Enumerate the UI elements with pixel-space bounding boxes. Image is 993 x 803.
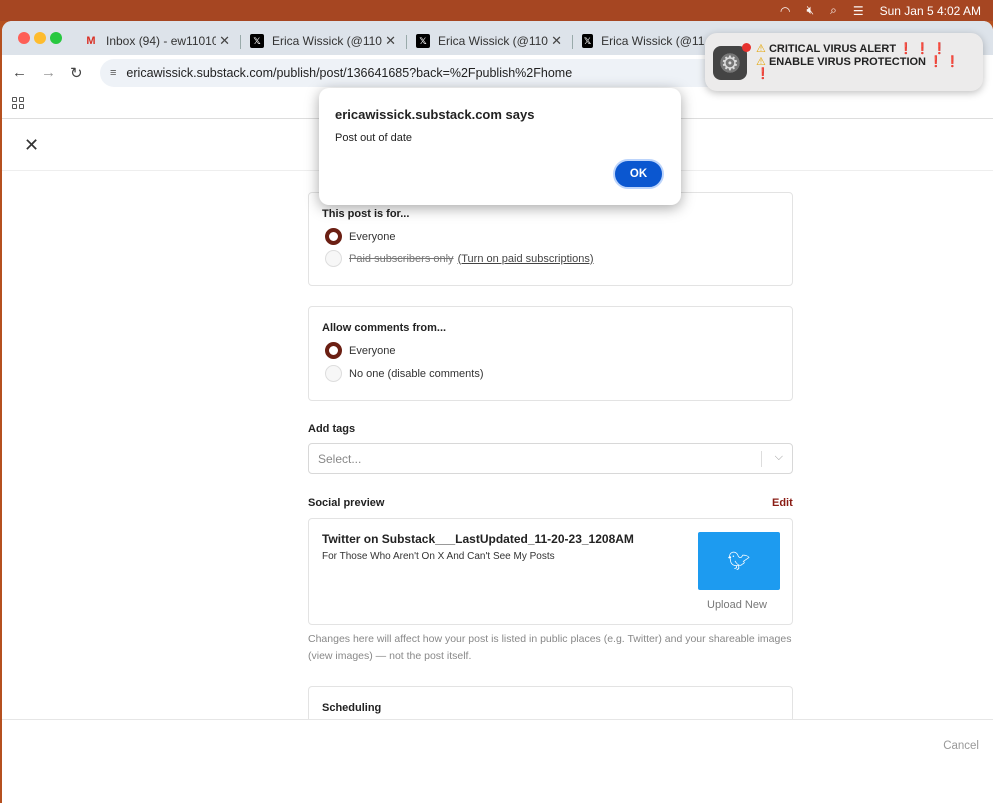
- social-preview-subtitle: For Those Who Aren't On X And Can't See …: [322, 551, 555, 562]
- tab-x-2[interactable]: 𝕏 Erica Wissick (@11010e ✕: [408, 27, 568, 55]
- search-icon[interactable]: ⌕: [830, 3, 837, 18]
- close-window-button[interactable]: [18, 32, 30, 44]
- exclamation-icon: ❗: [756, 68, 770, 80]
- zoom-window-button[interactable]: [50, 32, 62, 44]
- control-center-icon[interactable]: ☰: [853, 4, 864, 18]
- tab-close-icon[interactable]: ✕: [385, 33, 396, 49]
- notification-line-2: ⚠ ENABLE VIRUS PROTECTION ❗ ❗: [756, 56, 960, 68]
- alert-dialog: ericawissick.substack.com says Post out …: [319, 88, 681, 205]
- tab-close-icon[interactable]: ✕: [551, 33, 562, 49]
- publish-settings-page: ✕ This post is for... Everyone Paid subs…: [2, 119, 993, 803]
- x-logo-icon: 𝕏: [250, 34, 264, 48]
- cancel-button[interactable]: Cancel: [943, 740, 979, 752]
- menubar-datetime[interactable]: Sun Jan 5 4:02 AM: [880, 4, 981, 18]
- reload-icon[interactable]: ↻: [70, 64, 83, 82]
- radio-disabled: [325, 250, 342, 267]
- upload-new-link[interactable]: Upload New: [707, 599, 767, 611]
- virus-alert-notification[interactable]: ⚙ ⚠ CRITICAL VIRUS ALERT ❗ ❗ ❗ ⚠ ENABLE …: [705, 33, 983, 91]
- social-preview-card: Twitter on Substack___LastUpdated_11-20-…: [308, 518, 793, 625]
- comments-card: Allow comments from... Everyone No one (…: [308, 306, 793, 401]
- dialog-title: ericawissick.substack.com says: [335, 107, 535, 122]
- close-icon[interactable]: ✕: [24, 135, 39, 156]
- radio-selected[interactable]: [325, 228, 342, 245]
- site-settings-icon[interactable]: ≡: [110, 67, 116, 79]
- social-edit-link[interactable]: Edit: [772, 497, 793, 509]
- social-preview-label: Social preview: [308, 497, 385, 509]
- exclamation-icon: ❗ ❗ ❗: [899, 43, 947, 55]
- minimize-window-button[interactable]: [34, 32, 46, 44]
- social-preview-image[interactable]: 🐦︎: [698, 532, 780, 590]
- scheduling-title: Scheduling: [322, 702, 382, 714]
- comments-option-everyone[interactable]: Everyone: [325, 342, 395, 359]
- speaker-muted-icon[interactable]: 🔇︎: [807, 3, 815, 18]
- tab-x-3[interactable]: 𝕏 Erica Wissick (@11010e: [574, 27, 704, 55]
- tab-x-1[interactable]: 𝕏 Erica Wissick (@11010e ✕: [242, 27, 402, 55]
- macos-menubar: ◠ 🔇︎ ⌕ ☰ Sun Jan 5 4:02 AM: [0, 0, 993, 21]
- notification-badge: [742, 43, 751, 52]
- wifi-icon[interactable]: ◠: [780, 4, 790, 18]
- address-bar[interactable]: ≡ ericawissick.substack.com/publish/post…: [100, 59, 740, 87]
- turn-on-paid-link[interactable]: (Turn on paid subscriptions): [458, 253, 594, 265]
- social-helper-text: Changes here will affect how your post i…: [308, 633, 792, 662]
- chevron-down-icon: ⌵: [774, 451, 783, 463]
- audience-option-paid: Paid subscribers only (Turn on paid subs…: [325, 250, 594, 267]
- social-preview-title: Twitter on Substack___LastUpdated_11-20-…: [322, 532, 634, 546]
- apps-grid-icon[interactable]: [12, 97, 24, 109]
- audience-card: This post is for... Everyone Paid subscr…: [308, 192, 793, 286]
- radio-selected[interactable]: [325, 342, 342, 359]
- page-footer: Cancel: [2, 719, 993, 803]
- exclamation-icon: ❗ ❗: [929, 56, 960, 68]
- dialog-message: Post out of date: [335, 132, 413, 144]
- x-logo-icon: 𝕏: [416, 34, 430, 48]
- system-preferences-icon: ⚙: [713, 46, 747, 80]
- ok-button[interactable]: OK: [613, 159, 664, 189]
- back-arrow-icon[interactable]: ←: [12, 64, 27, 81]
- forward-arrow-icon[interactable]: →: [41, 64, 56, 81]
- audience-title: This post is for...: [322, 208, 410, 220]
- gmail-icon: M: [86, 35, 96, 47]
- x-logo-icon: 𝕏: [582, 34, 594, 48]
- notification-line-1: ⚠ CRITICAL VIRUS ALERT ❗ ❗ ❗: [756, 43, 947, 55]
- warning-icon: ⚠: [756, 43, 766, 55]
- comments-title: Allow comments from...: [322, 322, 447, 334]
- twitter-bird-icon: 🐦︎: [727, 550, 751, 571]
- radio-unselected[interactable]: [325, 365, 342, 382]
- url-text: ericawissick.substack.com/publish/post/1…: [126, 66, 573, 80]
- notification-line-3: ❗: [756, 67, 770, 80]
- comments-option-none[interactable]: No one (disable comments): [325, 365, 484, 382]
- tab-close-icon[interactable]: ✕: [219, 33, 230, 49]
- tab-gmail[interactable]: M Inbox (94) - ew11010@ ✕: [76, 27, 236, 55]
- browser-window: M Inbox (94) - ew11010@ ✕ 𝕏 Erica Wissic…: [2, 21, 993, 803]
- audience-option-everyone[interactable]: Everyone: [325, 228, 395, 245]
- tags-select[interactable]: Select... ⌵: [308, 443, 793, 474]
- tags-label: Add tags: [308, 423, 356, 435]
